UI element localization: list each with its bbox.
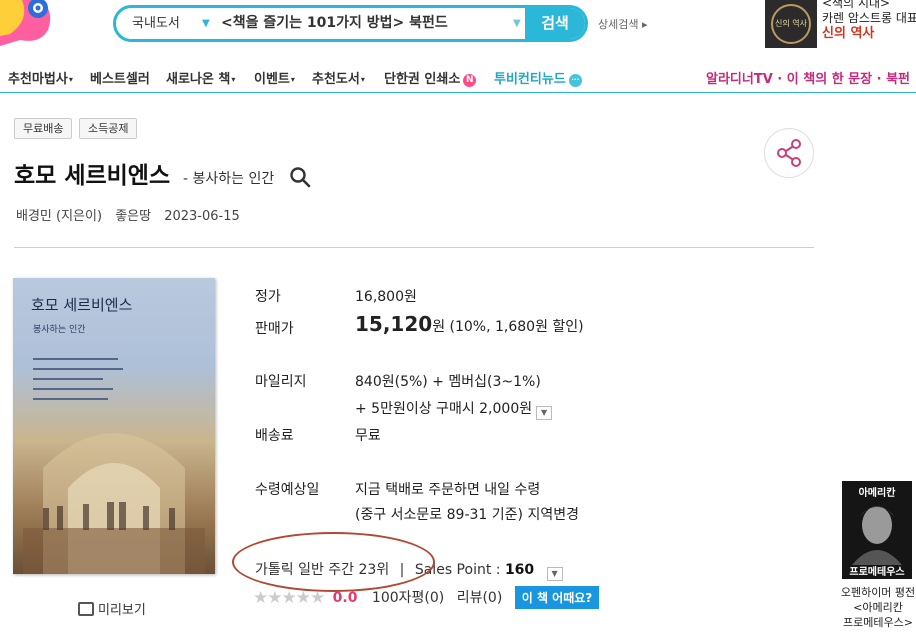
preview-button[interactable]: 미리보기 — [78, 599, 146, 618]
highlight-annotation — [232, 532, 435, 592]
nav-item-recommend-wizard[interactable]: 추천마법사▾ — [8, 68, 73, 87]
side-ad-line2: <아메리칸 — [853, 601, 903, 614]
rating-row: ★★★★★ 0.0 100자평(0) 리뷰(0) 이 책 어때요? — [253, 586, 600, 609]
nav-item-label: 새로나온 책 — [166, 72, 231, 87]
sale-price-value: 15,120 — [355, 312, 433, 336]
search-button[interactable]: 검색 — [525, 8, 585, 39]
nav-right-links[interactable]: 알라디너TV · 이 책의 한 문장 · 북펀 — [706, 68, 910, 87]
delivery-line2[interactable]: (중구 서소문로 89-31 기준) 지역변경 — [355, 504, 579, 524]
more-badge: ··· — [568, 74, 582, 87]
nav-item-print-shop[interactable]: 단한권 인쇄소 N — [384, 68, 477, 87]
side-ad-line3: 프로메테우스> — [843, 616, 913, 629]
advanced-search-link[interactable]: 상세검색 ▸ — [598, 16, 648, 32]
shipping-label: 배송료 — [255, 428, 294, 444]
mileage-line1: 840원(5%) + 멤버십(3~1%) — [355, 374, 541, 390]
list-price-label: 정가 — [255, 289, 281, 305]
nav-item-label: 추천도서 — [312, 72, 360, 87]
how-about-book-button[interactable]: 이 책 어때요? — [514, 586, 600, 609]
nav-item-label: 단한권 인쇄소 — [384, 72, 461, 87]
side-ad[interactable]: 아메리칸 프로메테우스 오펜하이머 평전 <아메리칸 프로메테우스> — [836, 481, 916, 639]
tag-free-shipping: 무료배송 — [14, 118, 73, 139]
portrait-image — [852, 506, 902, 565]
sale-price-unit: 원 — [432, 319, 446, 335]
search-input[interactable]: <책을 즐기는 101가지 방법> 북펀드 — [221, 8, 521, 39]
cover-painting-image — [23, 433, 205, 574]
nav-item-recommended[interactable]: 추천도서▾ — [312, 68, 365, 87]
top-ad-line2: 카렌 암스트롱 대표작 — [822, 11, 916, 25]
book-subtitle: - 봉사하는 인간 — [183, 171, 275, 187]
header: 국내도서 ▼ <책을 즐기는 101가지 방법> 북펀드 ▼ 검색 상세검색 ▸… — [0, 0, 916, 58]
nav-item-label: 베스트셀러 — [90, 72, 150, 87]
caret-down-icon: ▾ — [68, 75, 73, 84]
rating-score: 0.0 — [332, 590, 358, 606]
top-ad-text[interactable]: <책의 시대> 카렌 암스트롱 대표작 신의 역사 — [822, 0, 916, 41]
cover-text-lines — [33, 358, 123, 408]
tag-tax-deduction: 소득공제 — [79, 118, 138, 139]
sale-price: 15,120원 (10%, 1,680원 할인) — [355, 312, 584, 336]
sales-point-value: 160 — [504, 562, 535, 578]
mileage-extra: + 5만원이상 구매시 2,000원 — [355, 401, 533, 417]
mileage-label: 마일리지 — [255, 374, 307, 390]
book-date: 2023-06-15 — [164, 209, 240, 224]
top-ad-book-cover[interactable]: 신의 역사 — [765, 0, 817, 48]
book-meta: 배경민 (지은이) 좋은땅 2023-06-15 — [16, 205, 249, 224]
cover-subtitle: 봉사하는 인간 — [33, 325, 86, 335]
side-ad-poster-name: 프로메테우스 — [849, 567, 905, 578]
chevron-down-icon: ▼ — [202, 18, 210, 29]
sale-price-label: 판매가 — [255, 321, 294, 337]
caret-down-icon: ▾ — [231, 75, 236, 84]
nav-item-events[interactable]: 이벤트▾ — [254, 68, 295, 87]
aladin-logo-icon[interactable] — [0, 0, 60, 46]
chevron-down-icon[interactable]: ▼ — [536, 406, 553, 420]
delivery-label: 수령예상일 — [255, 482, 320, 498]
nav-item-new-books[interactable]: 새로나온 책▾ — [166, 68, 235, 87]
preview-label: 미리보기 — [98, 603, 146, 618]
top-ad-book-label: 신의 역사 — [775, 19, 807, 28]
review-link[interactable]: 리뷰(0) — [457, 590, 503, 606]
shipping-value: 무료 — [355, 428, 381, 444]
side-ad-text: 오펜하이머 평전 <아메리칸 프로메테우스> — [836, 585, 916, 630]
caret-down-icon: ▾ — [290, 75, 295, 84]
mileage-line2: + 5만원이상 구매시 2,000원 ▼ — [355, 398, 553, 420]
nav-item-bestseller[interactable]: 베스트셀러 — [90, 68, 150, 87]
side-ad-line1: 오펜하이머 평전 — [840, 586, 916, 599]
search-category-label: 국내도서 — [132, 16, 180, 31]
search-dropdown-icon[interactable]: ▼ — [513, 8, 521, 39]
discount-info: (10%, 1,680원 할인) — [449, 319, 584, 335]
caret-down-icon: ▾ — [360, 75, 365, 84]
main-nav: 추천마법사▾ 베스트셀러 새로나온 책▾ 이벤트▾ 추천도서▾ 단한권 인쇄소 N… — [0, 60, 916, 93]
search-bar: 국내도서 ▼ <책을 즐기는 101가지 방법> 북펀드 ▼ 검색 — [113, 5, 588, 42]
share-icon — [777, 139, 801, 167]
nav-item-label: 이벤트 — [254, 72, 290, 87]
top-ad-line1: <책의 시대> — [822, 0, 891, 10]
delivery-line1: 지금 택배로 주문하면 내일 수령 — [355, 482, 541, 498]
book-author[interactable]: 배경민 (지은이) — [16, 209, 102, 224]
nav-item-label: 추천마법사 — [8, 72, 68, 87]
book-open-icon — [78, 602, 94, 616]
nav-item-label: 투비컨티뉴드 — [494, 72, 566, 87]
side-ad-poster: 아메리칸 프로메테우스 — [842, 481, 912, 579]
divider — [14, 247, 814, 248]
top-ad-line3: 신의 역사 — [822, 26, 875, 41]
new-badge: N — [463, 74, 477, 87]
book-title: 호모 세르비엔스 — [14, 163, 171, 189]
search-icon[interactable] — [289, 166, 311, 188]
star-rating-icon: ★★★★★ — [253, 588, 325, 608]
search-category-select[interactable]: 국내도서 ▼ — [116, 8, 214, 39]
book-cover[interactable]: 호모 세르비엔스 봉사하는 인간 — [13, 278, 215, 574]
short-review-link[interactable]: 100자평(0) — [372, 590, 444, 606]
cover-title: 호모 세르비엔스 — [31, 296, 133, 314]
book-publisher[interactable]: 좋은땅 — [115, 209, 151, 224]
list-price-value: 16,800원 — [355, 289, 417, 305]
share-button[interactable] — [764, 128, 814, 178]
nav-item-tobe-continued[interactable]: 투비컨티뉴드 ··· — [494, 68, 582, 87]
chevron-down-icon[interactable]: ▼ — [546, 567, 563, 581]
